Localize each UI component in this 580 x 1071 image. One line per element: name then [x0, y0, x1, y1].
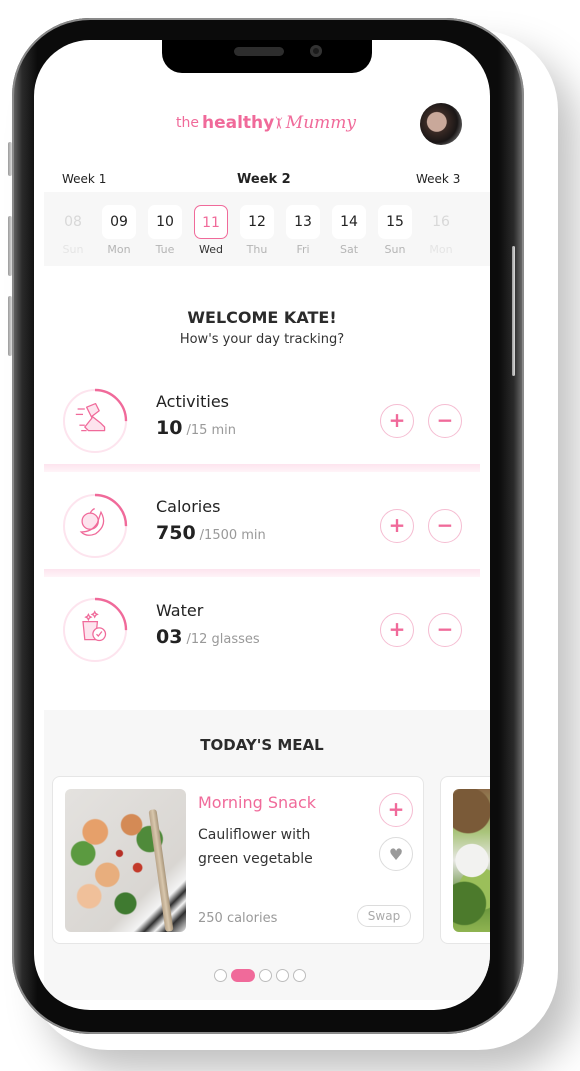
tracker-value: 10/15 min [156, 417, 236, 439]
day-name: Mon [429, 243, 453, 256]
day-number: 08 [64, 214, 82, 230]
week-tab-1[interactable]: Week 1 [62, 172, 106, 186]
day-name: Sun [62, 243, 84, 256]
meal-card[interactable]: Morning Snack Cauliflower with green veg… [52, 776, 424, 944]
tracker-label: Activities [156, 392, 229, 411]
day-16[interactable]: 16 Mon [424, 205, 458, 256]
day-name: Sat [339, 243, 359, 256]
welcome-title: WELCOME KATE! [187, 308, 337, 327]
tracker-goal: /12 glasses [186, 632, 260, 647]
tracker-value: 03/12 glasses [156, 626, 260, 648]
logo-suffix: Mummy [285, 113, 356, 133]
tracker-current: 10 [156, 417, 183, 439]
swap-meal-button[interactable]: Swap [357, 905, 411, 927]
volume-up-button [8, 216, 12, 276]
week-selector: Week 1 Week 2 Week 3 [34, 172, 490, 192]
day-name: Thu [246, 243, 268, 256]
next-meal-image [453, 789, 490, 932]
user-avatar[interactable] [420, 103, 462, 145]
tracker-activities: Activities 10/15 min + − [44, 384, 480, 484]
meal-image [65, 789, 186, 932]
day-name: Sun [384, 243, 406, 256]
front-camera [310, 45, 322, 57]
meal-section-title: TODAY'S MEAL [200, 736, 324, 754]
logo-prefix: the [176, 115, 199, 131]
day-name: Wed [199, 243, 223, 256]
week-tab-3[interactable]: Week 3 [416, 172, 460, 186]
day-number: 15 [378, 205, 412, 239]
pager-dot[interactable] [276, 968, 289, 982]
meal-type: Morning Snack [198, 793, 317, 812]
app-screen: the healthy Mummy Week 1 Week 2 Week 3 0… [34, 40, 490, 1010]
increment-button[interactable]: + [380, 509, 414, 543]
day-10[interactable]: 10 Tue [148, 205, 182, 256]
brand-logo: the healthy Mummy [176, 98, 356, 148]
pager-dot[interactable] [293, 968, 306, 982]
meal-name: Cauliflower with green vegetable [198, 827, 313, 867]
day-13[interactable]: 13 Fri [286, 205, 320, 256]
todays-meal-section: TODAY'S MEAL Morning Snack Cauliflower w… [44, 710, 490, 1000]
day-number: 11 [194, 205, 228, 239]
pager-dot[interactable] [214, 968, 227, 982]
add-meal-button[interactable]: + [379, 793, 413, 827]
day-09[interactable]: 09 Mon [102, 205, 136, 256]
tracker-goal: /15 min [186, 423, 237, 438]
tracker-calories: Calories 750/1500 min + − [44, 489, 480, 589]
meal-calories: 250 calories [198, 911, 278, 926]
day-number: 12 [240, 205, 274, 239]
tracker-goal: /1500 min [199, 528, 266, 543]
favorite-heart-icon[interactable]: ♥ [379, 837, 413, 871]
tracker-current: 03 [156, 626, 183, 648]
day-name: Fri [296, 243, 310, 256]
pager-dot[interactable] [231, 968, 255, 982]
divider [44, 464, 480, 472]
day-number: 09 [102, 205, 136, 239]
next-meal-card[interactable] [440, 776, 490, 944]
day-name: Mon [107, 243, 131, 256]
increment-button[interactable]: + [380, 613, 414, 647]
day-12[interactable]: 12 Thu [240, 205, 274, 256]
welcome-subtitle: How's your day tracking? [179, 332, 345, 347]
pager-dot[interactable] [259, 968, 272, 982]
volume-down-button [8, 296, 12, 356]
tracker-water: Water 03/12 glasses + − [44, 593, 480, 693]
divider [44, 569, 480, 577]
progress-ring [62, 493, 128, 559]
tracker-value: 750/1500 min [156, 522, 266, 544]
day-08[interactable]: 08 Sun [56, 205, 90, 256]
day-number: 10 [148, 205, 182, 239]
silent-switch [8, 142, 12, 176]
day-number: 14 [332, 205, 366, 239]
day-number: 16 [432, 214, 450, 230]
speaker [234, 47, 284, 56]
decrement-button[interactable]: − [428, 509, 462, 543]
logo-main: healthy [201, 113, 275, 133]
day-15[interactable]: 15 Sun [378, 205, 412, 256]
tracker-label: Water [156, 601, 204, 620]
progress-ring [62, 597, 128, 663]
week-tab-2[interactable]: Week 2 [237, 172, 291, 187]
tracker-current: 750 [156, 522, 196, 544]
power-button [512, 246, 515, 376]
notch [162, 40, 372, 73]
day-strip: 08 Sun 09 Mon 10 Tue 11 Wed 12 Thu 13 Fri 14 Sat 15 Sun… [44, 192, 490, 266]
day-name: Tue [155, 243, 175, 256]
increment-button[interactable]: + [380, 404, 414, 438]
day-number: 13 [286, 205, 320, 239]
tracker-label: Calories [156, 497, 221, 516]
progress-ring [62, 388, 128, 454]
day-11[interactable]: 11 Wed [194, 205, 228, 256]
carousel-pager [214, 968, 306, 982]
decrement-button[interactable]: − [428, 613, 462, 647]
decrement-button[interactable]: − [428, 404, 462, 438]
jumping-figure-icon [275, 116, 283, 129]
day-14[interactable]: 14 Sat [332, 205, 366, 256]
